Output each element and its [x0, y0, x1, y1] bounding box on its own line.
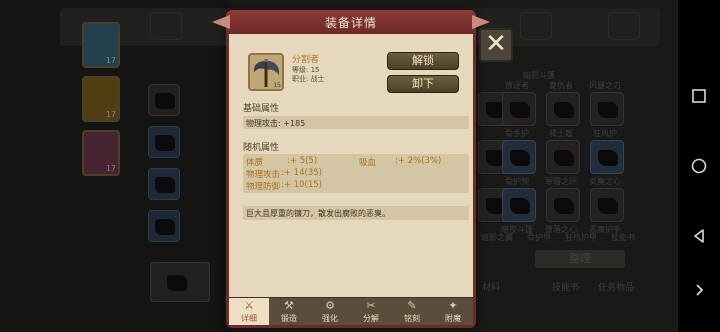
base-attributes-title: 基础属性 [243, 104, 280, 114]
tome-icon: ✎ [407, 299, 417, 312]
tab-decompose[interactable]: ✂ 分解 [351, 298, 391, 325]
random-stat-value: :+ 10(15) [281, 180, 322, 190]
unlock-button[interactable]: 解锁 [387, 52, 459, 70]
random-stat-label: 物理攻击 [246, 170, 281, 180]
enchant-icon: ✦ [448, 299, 458, 312]
item-job: 职业: 战士 [292, 75, 325, 83]
item-name: 分割者 [292, 55, 320, 65]
tab-label: 附魔 [445, 314, 461, 323]
random-stat-value: :+ 5(5) [287, 156, 318, 166]
detail-tab-bar: ⚔ 详细 ⚒ 锻造 ⚙ 强化 ✂ 分解 ✎ 铭刻 ✦ 附魔 [229, 297, 473, 325]
system-navigation-bar [678, 0, 720, 332]
item-description: 巨大且厚重的镰刀，散发出腐败的恶臭。 [246, 209, 390, 218]
tab-enhance[interactable]: ⚙ 强化 [310, 298, 350, 325]
home-icon[interactable] [689, 156, 709, 176]
equipment-detail-dialog: 装备详情 15 分割者 等级: 15 职业: 战士 解锁 卸下 基础属性 物理攻… [212, 10, 490, 328]
random-stat-label: 体质 [246, 158, 264, 168]
random-attributes-title: 随机属性 [243, 143, 280, 153]
random-stat-label: 物理防御 [246, 182, 281, 192]
close-button[interactable]: ✕ [479, 28, 513, 62]
recent-apps-icon[interactable] [689, 86, 709, 106]
dialog-title-bar: 装备详情 [212, 10, 490, 34]
tab-detail[interactable]: ⚔ 详细 [229, 298, 269, 325]
random-stat-value: :+ 2%(3%) [395, 156, 442, 166]
split-icon: ✂ [366, 299, 376, 312]
anvil-icon: ⚒ [284, 299, 294, 312]
expand-icon[interactable] [689, 280, 709, 300]
tab-label: 强化 [322, 314, 338, 323]
tab-label: 分解 [363, 314, 379, 323]
tab-label: 铭刻 [404, 314, 420, 323]
sword-icon: ⚔ [244, 299, 254, 312]
tab-label: 锻造 [281, 314, 297, 323]
back-icon[interactable] [689, 226, 709, 246]
hammer-icon: ⚙ [325, 299, 335, 312]
tab-inscribe[interactable]: ✎ 铭刻 [392, 298, 432, 325]
item-level-badge: 15 [273, 82, 281, 89]
tab-enchant[interactable]: ✦ 附魔 [433, 298, 473, 325]
unequip-button[interactable]: 卸下 [387, 75, 459, 93]
tab-label: 详细 [241, 314, 257, 323]
random-stat-value: :+ 14(35) [281, 168, 322, 178]
tab-forge[interactable]: ⚒ 锻造 [269, 298, 309, 325]
random-stat-label: 吸血 [359, 158, 377, 168]
base-stat-physical-attack: 物理攻击: +185 [246, 119, 306, 128]
dialog-title: 装备详情 [324, 16, 377, 30]
close-icon: ✕ [485, 29, 507, 59]
item-icon: 15 [248, 53, 284, 91]
